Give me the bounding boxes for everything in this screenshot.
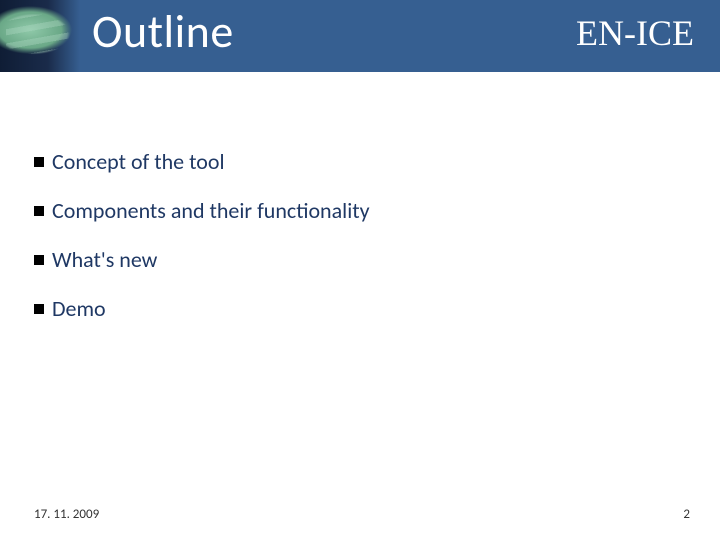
logo-graphic [0,0,80,72]
bullet-list: Concept of the tool Components and their… [34,148,674,344]
slide: Outline EN-ICE Concept of the tool Compo… [0,0,720,540]
list-item: Demo [34,295,674,322]
list-item-text: Concept of the tool [52,148,225,175]
square-bullet-icon [34,304,44,314]
square-bullet-icon [34,255,44,265]
list-item-text: Components and their functionality [52,197,370,224]
list-item: Concept of the tool [34,148,674,175]
list-item: What's new [34,246,674,273]
footer-page-number: 2 [683,507,690,522]
brand-label: EN-ICE [576,12,694,54]
list-item-text: What's new [52,246,157,273]
slide-header: Outline EN-ICE [0,0,720,72]
slide-title: Outline [92,4,234,60]
list-item: Components and their functionality [34,197,674,224]
footer-date: 17. 11. 2009 [34,507,99,522]
square-bullet-icon [34,157,44,167]
list-item-text: Demo [52,295,106,322]
square-bullet-icon [34,206,44,216]
